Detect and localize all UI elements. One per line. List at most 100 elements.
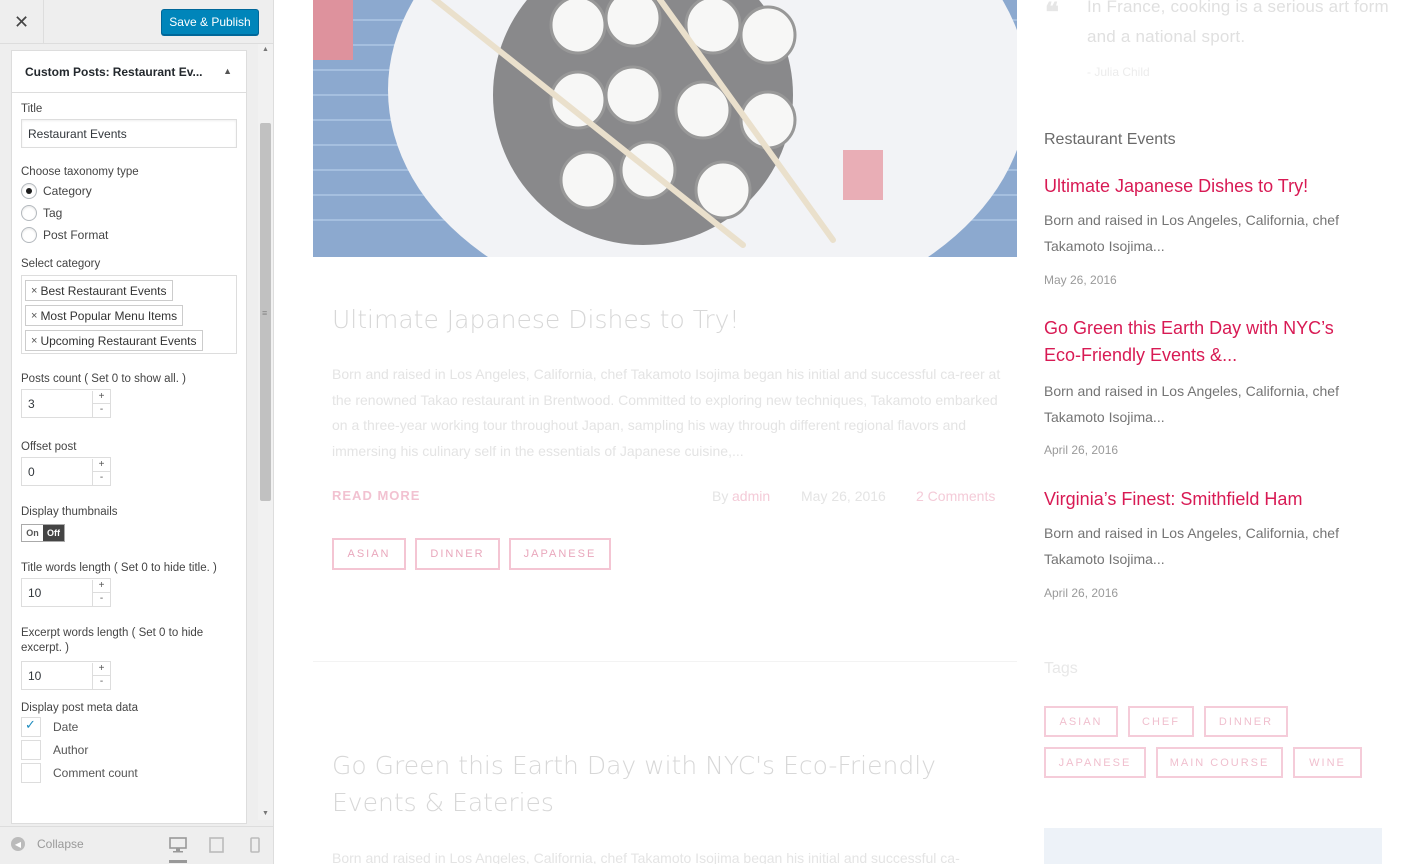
category-chip[interactable]: × Best Restaurant Events xyxy=(25,280,173,301)
collapse-arrow-icon[interactable]: ▲ xyxy=(223,66,232,76)
title-length-input[interactable]: 10 + - xyxy=(21,578,111,607)
radio-button[interactable] xyxy=(21,205,37,221)
posts-count-label: Posts count ( Set 0 to show all. ) xyxy=(21,373,186,385)
widget-post-title[interactable]: Virginia’s Finest: Smithfield Ham xyxy=(1044,486,1374,513)
post-author-link[interactable]: admin xyxy=(732,488,770,504)
title-label: Title xyxy=(21,103,43,115)
remove-icon[interactable]: × xyxy=(31,285,37,297)
post-date: May 26, 2016 xyxy=(801,488,886,504)
title-length-stepper[interactable]: + - xyxy=(92,580,110,606)
tag-cloud-pill[interactable]: ASIAN xyxy=(1044,706,1118,737)
excerpt-length-value: 10 xyxy=(28,668,42,683)
widget-panel-title-prefix: Custom Posts: xyxy=(25,64,110,79)
post-tag-pill[interactable]: JAPANESE xyxy=(509,538,611,570)
quote-icon: ❝ xyxy=(1045,0,1059,28)
meta-option[interactable]: Date xyxy=(21,715,237,738)
tablet-icon xyxy=(209,837,224,853)
taxonomy-option-label: Category xyxy=(43,184,92,198)
device-desktop-button[interactable] xyxy=(169,837,187,863)
checkbox[interactable] xyxy=(21,762,41,783)
tag-cloud-pill[interactable]: JAPANESE xyxy=(1044,747,1146,778)
taxonomy-option[interactable]: Post Format xyxy=(21,224,237,246)
post-meta-checkbox-group: Date Author Comment count xyxy=(21,715,237,784)
meta-option-label: Author xyxy=(53,742,89,757)
thumbnails-toggle[interactable]: On Off xyxy=(21,524,65,542)
radio-button[interactable] xyxy=(21,183,37,199)
customizer-sidebar: ✕ Save & Publish Custom Posts: Restauran… xyxy=(0,0,274,864)
mobile-icon xyxy=(250,837,260,853)
category-chip-label: Best Restaurant Events xyxy=(40,283,167,298)
post-title[interactable]: Ultimate Japanese Dishes to Try! xyxy=(332,301,992,338)
collapse-button[interactable]: ◀ Collapse xyxy=(11,837,84,851)
title-input[interactable]: Restaurant Events xyxy=(21,119,237,148)
decrement-icon[interactable]: - xyxy=(93,593,110,606)
scroll-grip-icon: ≡ xyxy=(262,308,268,318)
tag-cloud-pill[interactable]: WINE xyxy=(1293,747,1362,778)
post-tag-pill[interactable]: DINNER xyxy=(415,538,500,570)
offset-label: Offset post xyxy=(21,441,77,453)
post-title[interactable]: Go Green this Earth Day with NYC's Eco-F… xyxy=(332,747,992,821)
title-length-label: Title words length ( Set 0 to hide title… xyxy=(21,562,217,574)
taxonomy-option[interactable]: Category xyxy=(21,180,237,202)
post-by-label: By xyxy=(712,488,729,504)
increment-icon[interactable]: + xyxy=(93,459,110,472)
toggle-off-label: Off xyxy=(43,525,64,541)
taxonomy-label: Choose taxonomy type xyxy=(21,166,139,178)
taxonomy-option-label: Tag xyxy=(43,206,63,220)
remove-icon[interactable]: × xyxy=(31,335,37,347)
remove-icon[interactable]: × xyxy=(31,310,37,322)
offset-stepper[interactable]: + - xyxy=(92,459,110,485)
excerpt-length-input[interactable]: 10 + - xyxy=(21,661,111,690)
tag-cloud-pill[interactable]: MAIN COURSE xyxy=(1156,747,1283,778)
decrement-icon[interactable]: - xyxy=(93,676,110,689)
sushi-featured-image xyxy=(313,0,1017,257)
taxonomy-option[interactable]: Tag xyxy=(21,202,237,224)
offset-input[interactable]: 0 + - xyxy=(21,457,111,486)
offset-value: 0 xyxy=(28,464,35,479)
customizer-header: ✕ Save & Publish xyxy=(0,0,273,44)
checkbox[interactable] xyxy=(21,739,41,760)
excerpt-length-stepper[interactable]: + - xyxy=(92,663,110,689)
collapse-label: Collapse xyxy=(37,837,84,851)
category-chip[interactable]: × Upcoming Restaurant Events xyxy=(25,330,203,351)
thumbnails-label: Display thumbnails xyxy=(21,506,118,518)
widget-panel-header[interactable]: Custom Posts: Restaurant Ev... ▲ xyxy=(12,51,246,93)
radio-button[interactable] xyxy=(21,227,37,243)
customizer-footer: ◀ Collapse xyxy=(0,826,273,864)
post-comments-link[interactable]: 2 Comments xyxy=(916,488,995,504)
posts-count-input[interactable]: 3 + - xyxy=(21,389,111,418)
category-chip[interactable]: × Most Popular Menu Items xyxy=(25,305,184,326)
widget-post-excerpt: Born and raised in Los Angeles, Californ… xyxy=(1044,525,1339,567)
quote-author: - Julia Child xyxy=(1087,65,1150,79)
scroll-down-icon[interactable]: ▼ xyxy=(262,810,269,817)
device-tablet-button[interactable] xyxy=(208,837,226,853)
category-chip-label: Most Popular Menu Items xyxy=(40,308,178,323)
category-select[interactable]: × Best Restaurant Events × Most Popular Men… xyxy=(21,275,237,354)
read-more-link[interactable]: READ MORE xyxy=(332,488,420,503)
scroll-up-icon[interactable]: ▲ xyxy=(262,46,269,53)
device-mobile-button[interactable] xyxy=(247,837,265,853)
widget-post-title[interactable]: Ultimate Japanese Dishes to Try! xyxy=(1044,173,1374,200)
sidebar-thumbnail-image xyxy=(1044,828,1382,864)
increment-icon[interactable]: + xyxy=(93,580,110,593)
post-tag-pill[interactable]: ASIAN xyxy=(332,538,406,570)
meta-option[interactable]: Comment count xyxy=(21,761,237,784)
save-publish-button[interactable]: Save & Publish xyxy=(161,9,259,35)
increment-icon[interactable]: + xyxy=(93,663,110,676)
checkbox[interactable] xyxy=(21,716,41,737)
widget-post-title[interactable]: Go Green this Earth Day with NYC’s Eco-F… xyxy=(1044,315,1374,369)
close-customizer-button[interactable]: ✕ xyxy=(0,0,44,44)
tag-cloud-pill[interactable]: CHEF xyxy=(1128,706,1194,737)
desktop-icon xyxy=(169,837,187,853)
decrement-icon[interactable]: - xyxy=(93,404,110,417)
taxonomy-radio-group: Category Tag Post Format xyxy=(21,180,237,246)
category-chip-label: Upcoming Restaurant Events xyxy=(40,333,197,348)
increment-icon[interactable]: + xyxy=(93,391,110,404)
posts-count-stepper[interactable]: + - xyxy=(92,391,110,417)
decrement-icon[interactable]: - xyxy=(93,472,110,485)
meta-option[interactable]: Author xyxy=(21,738,237,761)
excerpt-length-label: Excerpt words length ( Set 0 to hide exc… xyxy=(21,627,204,654)
tag-cloud-pill[interactable]: DINNER xyxy=(1204,706,1288,737)
taxonomy-option-label: Post Format xyxy=(43,228,109,242)
panel-scrollbar[interactable]: ▲ ≡ ▼ xyxy=(258,44,273,820)
